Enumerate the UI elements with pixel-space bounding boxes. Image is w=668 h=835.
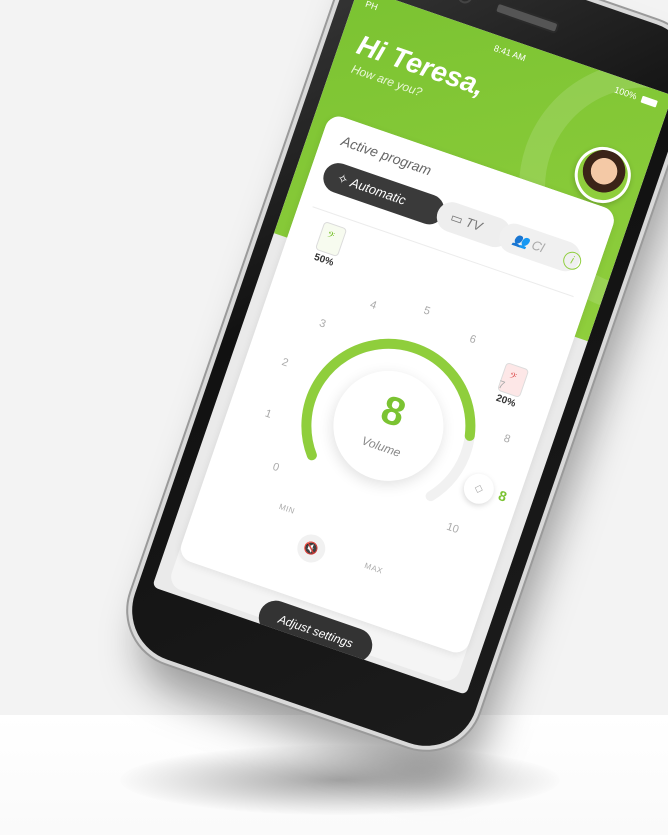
program-card-body: Active program ✧ Automatic ▭ TV 👥 Cl i 𝄢	[177, 112, 618, 667]
volume-dial: 012345678910 8 Volume ◇ 8 MIN MAX 🔇	[182, 202, 587, 641]
carrier-label: PH	[364, 0, 380, 13]
front-camera	[455, 0, 475, 6]
phone-shadow	[120, 745, 560, 815]
adjust-settings-button[interactable]: Adjust settings	[254, 596, 377, 667]
app-screen: PH 8:41 AM 100% Hi Teresa, How are you? …	[152, 0, 668, 695]
clock: 8:41 AM	[492, 43, 528, 64]
tab-label: Automatic	[348, 174, 408, 208]
earpiece-speaker	[493, 1, 560, 35]
smartphone: PH 8:41 AM 100% Hi Teresa, How are you? …	[118, 0, 668, 760]
tab-label: TV	[463, 214, 485, 235]
program-card: Active program ✧ Automatic ▭ TV 👥 Cl i 𝄢	[167, 112, 618, 685]
program-tabs: ✧ Automatic ▭ TV 👥 Cl	[319, 159, 585, 276]
battery-icon	[640, 95, 658, 108]
